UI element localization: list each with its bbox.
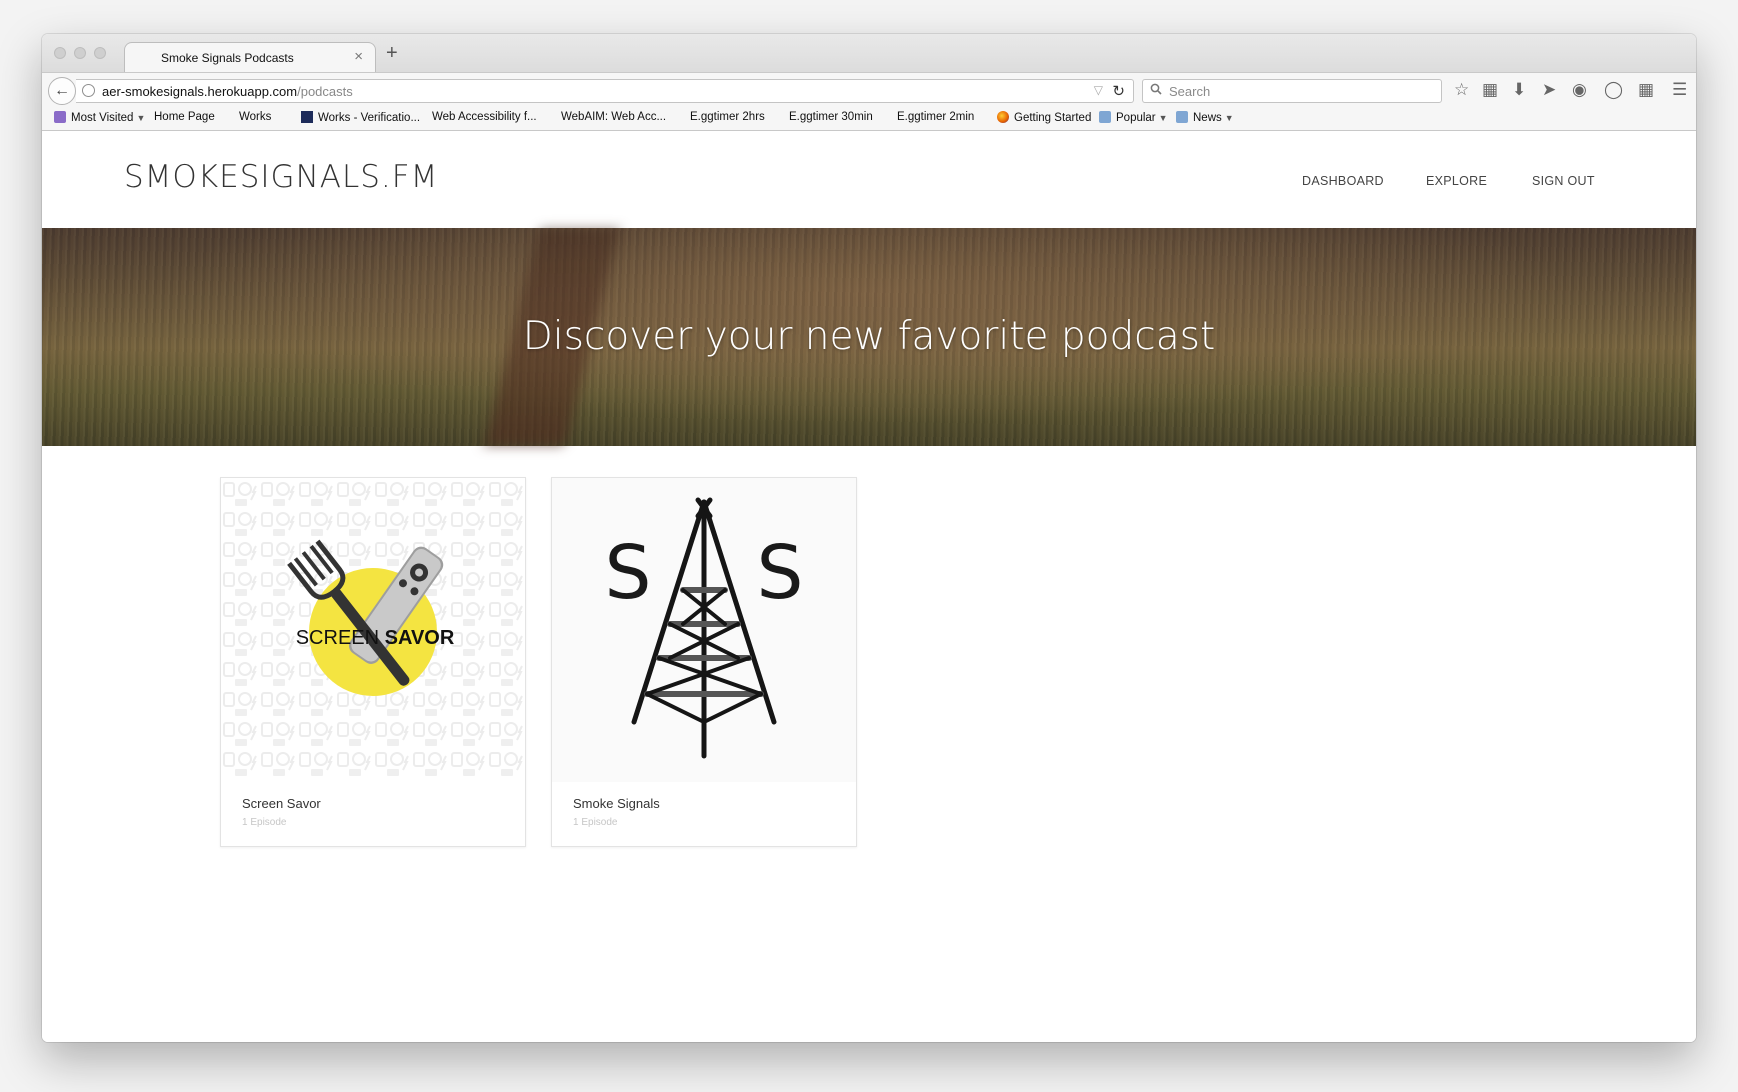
chevron-down-icon: ▼ [1224, 113, 1234, 123]
tab-close-icon[interactable]: × [354, 48, 363, 65]
podcast-title[interactable]: Smoke Signals [573, 796, 660, 811]
podcast-episode-count: 1 Episode [573, 817, 618, 828]
firefox-icon [997, 111, 1009, 123]
minimize-window-button[interactable] [74, 47, 86, 59]
nav-sign-out-link[interactable]: SIGN OUT [1532, 174, 1595, 188]
tab-strip: Smoke Signals Podcasts × + [42, 34, 1696, 72]
bookmark-label: E.ggtimer 2hrs [690, 111, 765, 123]
close-window-button[interactable] [54, 47, 66, 59]
bookmark-label: Home Page [154, 111, 215, 123]
site-logo[interactable]: SMOKESIGNALS.FM [124, 159, 438, 195]
bookmark-label: Works [239, 111, 272, 123]
hero-title: Discover your new favorite podcast [522, 314, 1216, 359]
bookmark-label: Web Accessibility f... [432, 111, 537, 123]
new-tab-icon[interactable]: + [386, 42, 398, 65]
hamburger-menu-icon[interactable]: ☰ [1672, 81, 1687, 99]
bookmark-label: Popular [1116, 112, 1156, 124]
bookmark-getting-started[interactable]: Getting Started [997, 111, 1091, 124]
folder-icon [1099, 111, 1111, 123]
url-path: /podcasts [297, 84, 353, 99]
bookmark-most-visited[interactable]: Most Visited ▼ [54, 111, 145, 124]
podcast-artwork-screen-savor[interactable]: SCREEN SAVOR [221, 478, 525, 782]
podcast-card-screen-savor[interactable]: SCREEN SAVOR Screen Savor 1 Episode [220, 477, 526, 847]
downloads-icon[interactable]: ⬇ [1512, 81, 1526, 99]
search-input[interactable]: Search [1142, 79, 1442, 103]
extensions-icon[interactable]: ▦ [1638, 81, 1654, 99]
bookmarks-toolbar: Most Visited ▼ Home Page Works Works - Ve… [42, 107, 1696, 1042]
podcast-episode-count: 1 Episode [242, 817, 287, 828]
bookmark-news[interactable]: News ▼ [1176, 111, 1234, 124]
artwork-text-screen: SCREEN SAVOR [296, 627, 455, 649]
url-text: aer-smokesignals.herokuapp.com/podcasts [102, 84, 353, 99]
bookmark-works-verification[interactable]: Works - Verificatio... [301, 111, 420, 124]
url-history-dropdown-icon[interactable]: ▽ [1094, 83, 1103, 97]
bookmark-works[interactable]: Works [239, 111, 272, 1042]
podcast-title[interactable]: Screen Savor [242, 796, 321, 811]
bookmark-web-accessibility[interactable]: Web Accessibility f... [432, 111, 537, 1042]
artwork-letter-right: S [757, 530, 804, 616]
bookmark-label: Most Visited [71, 112, 134, 124]
folder-icon [1176, 111, 1188, 123]
reload-icon[interactable]: ↻ [1112, 82, 1125, 100]
nav-dashboard-link[interactable]: DASHBOARD [1302, 174, 1384, 188]
hero-banner: Discover your new favorite podcast [42, 228, 1696, 446]
chevron-down-icon: ▼ [136, 113, 146, 123]
bookmark-star-icon[interactable]: ☆ [1454, 81, 1469, 99]
send-icon[interactable]: ➤ [1542, 81, 1556, 99]
works-icon [301, 111, 313, 123]
bookmark-home-page[interactable]: Home Page [154, 111, 215, 1042]
url-host: aer-smokesignals.herokuapp.com [102, 84, 298, 99]
zoom-window-button[interactable] [94, 47, 106, 59]
bookmark-label: E.ggtimer 30min [789, 111, 873, 123]
most-visited-icon [54, 111, 66, 123]
podcast-artwork-smoke-signals[interactable]: S S [552, 478, 856, 782]
chevron-down-icon: ▼ [1158, 113, 1168, 123]
tab-title: Smoke Signals Podcasts [161, 51, 294, 65]
bookmark-eggtimer-2min[interactable]: E.ggtimer 2min [897, 111, 975, 1042]
bookmark-webaim[interactable]: WebAIM: Web Acc... [561, 111, 667, 1042]
search-placeholder: Search [1169, 84, 1211, 99]
bookmarks-menu-icon[interactable]: ▦ [1482, 81, 1498, 99]
bookmark-eggtimer-2hrs[interactable]: E.ggtimer 2hrs [690, 111, 765, 1042]
chat-icon[interactable]: ◉ [1572, 81, 1587, 99]
search-icon [1150, 83, 1162, 98]
bookmark-label: News [1193, 112, 1222, 124]
bookmark-eggtimer-30min[interactable]: E.ggtimer 30min [789, 111, 873, 1042]
podcast-card-smoke-signals[interactable]: S S Smoke Signals 1 Episode [551, 477, 857, 847]
site-header: SMOKESIGNALS.FM DASHBOARD EXPLORE SIGN O… [42, 132, 1696, 228]
bookmark-label: Getting Started [1014, 112, 1092, 124]
tab-active[interactable]: Smoke Signals Podcasts × [124, 42, 376, 72]
browser-window: Smoke Signals Podcasts × + ← aer-smokesi… [42, 34, 1696, 1042]
address-bar[interactable]: aer-smokesignals.herokuapp.com/podcasts … [76, 79, 1134, 103]
page-content: SMOKESIGNALS.FM DASHBOARD EXPLORE SIGN O… [42, 132, 1696, 1042]
account-icon[interactable]: ◯ [1604, 81, 1623, 99]
site-info-icon[interactable] [82, 84, 95, 97]
bookmark-popular[interactable]: Popular ▼ [1099, 111, 1168, 124]
nav-explore-link[interactable]: EXPLORE [1426, 174, 1487, 188]
navigation-toolbar: ← aer-smokesignals.herokuapp.com/podcast… [42, 72, 1696, 107]
bookmark-label: WebAIM: Web Acc... [561, 111, 667, 123]
bookmark-label: Works - Verificatio... [318, 112, 421, 124]
back-icon[interactable]: ← [48, 77, 76, 105]
bookmark-label: E.ggtimer 2min [897, 111, 975, 123]
artwork-letter-left: S [605, 530, 652, 616]
